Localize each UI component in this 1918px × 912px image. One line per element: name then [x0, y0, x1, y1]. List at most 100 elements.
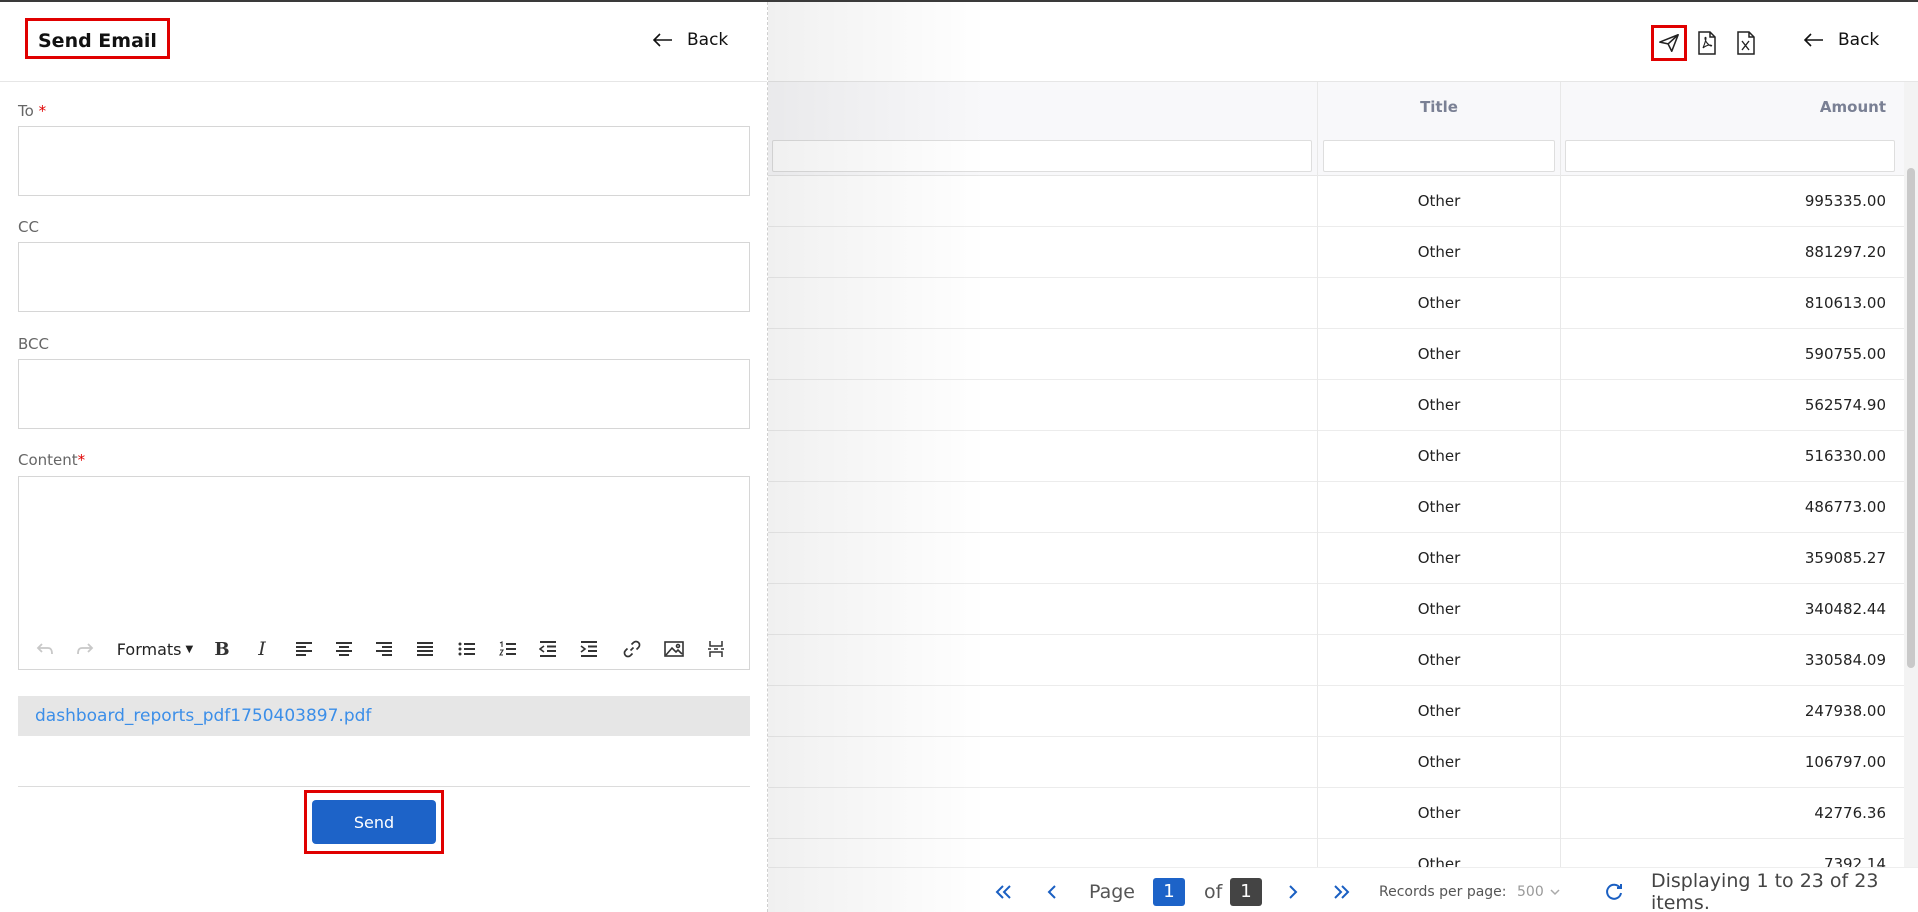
numbered-list-icon [499, 641, 516, 656]
cell-amount: 995335.00 [1804, 192, 1886, 210]
first-page-button[interactable] [994, 868, 1012, 912]
table-row[interactable]: Other 340482.44 [768, 584, 1904, 635]
attachment-bar: dashboard_reports_pdf1750403897.pdf [18, 696, 750, 736]
cell-amount: 42776.36 [1814, 804, 1886, 822]
cell-amount: 590755.00 [1804, 345, 1886, 363]
table-row[interactable]: Other 486773.00 [768, 482, 1904, 533]
insert-image-button[interactable] [661, 629, 687, 669]
table-row[interactable]: Other 42776.36 [768, 788, 1904, 839]
current-page[interactable]: 1 [1153, 868, 1185, 912]
double-chevron-right-icon [1334, 884, 1350, 899]
cc-label: CC [18, 218, 39, 236]
page-label: Page [1089, 880, 1135, 903]
table-row[interactable]: Other 106797.00 [768, 737, 1904, 788]
table-row[interactable]: Other 516330.00 [768, 431, 1904, 482]
table-row[interactable]: Other 995335.00 [768, 176, 1904, 227]
content-label: Content* [18, 451, 85, 469]
table-row[interactable]: Other 359085.27 [768, 533, 1904, 584]
double-chevron-left-icon [995, 884, 1011, 899]
editor-toolbar: Formats ▼ B I [19, 629, 749, 669]
total-pages: 1 [1230, 868, 1262, 912]
to-field[interactable] [18, 126, 750, 196]
cell-title: Other [1417, 702, 1461, 720]
table-row[interactable]: Other 810613.00 [768, 278, 1904, 329]
filter-input-amount[interactable] [1565, 140, 1895, 172]
align-justify-button[interactable] [412, 629, 438, 669]
bcc-field[interactable] [18, 359, 750, 429]
numbered-list-button[interactable] [495, 629, 521, 669]
table-row[interactable]: Other 881297.20 [768, 227, 1904, 278]
export-excel-button[interactable] [1731, 28, 1761, 58]
column-header-amount[interactable]: Amount [1562, 82, 1886, 132]
outdent-button[interactable] [535, 629, 561, 669]
cell-title: Other [1417, 243, 1461, 261]
current-page-number: 1 [1153, 877, 1185, 906]
table-row[interactable]: Other 562574.90 [768, 380, 1904, 431]
table-row[interactable]: Other 330584.09 [768, 635, 1904, 686]
cc-field[interactable] [18, 242, 750, 312]
export-pdf-button[interactable] [1692, 28, 1722, 58]
cell-title: Other [1417, 192, 1461, 210]
align-left-button[interactable] [291, 629, 317, 669]
cell-amount: 810613.00 [1804, 294, 1886, 312]
column-header-title[interactable]: Title [1319, 82, 1559, 132]
bullet-list-button[interactable] [454, 629, 480, 669]
prev-page-button[interactable] [1046, 868, 1058, 912]
link-icon [623, 640, 641, 658]
content-editor[interactable]: Formats ▼ B I [18, 476, 750, 670]
content-label-text: Content [18, 451, 78, 469]
indent-icon [580, 641, 597, 657]
bold-icon: B [214, 638, 230, 660]
excel-icon [1737, 31, 1755, 55]
refresh-button[interactable] [1604, 868, 1624, 912]
table-row[interactable]: Other 590755.00 [768, 329, 1904, 380]
panel-back-button[interactable]: Back [653, 30, 728, 50]
italic-icon: I [258, 638, 266, 660]
filter-input-name[interactable] [772, 140, 1312, 172]
insert-link-button[interactable] [619, 629, 645, 669]
send-button-highlight: Send [304, 790, 444, 854]
send-email-button[interactable] [1651, 25, 1687, 61]
formats-dropdown[interactable]: Formats ▼ [115, 629, 195, 669]
panel-header: Send Email Back [0, 2, 767, 82]
column-divider [1560, 82, 1561, 867]
scrollbar-thumb[interactable] [1907, 168, 1915, 668]
cell-amount: 359085.27 [1804, 549, 1886, 567]
required-mark: * [38, 102, 47, 120]
cell-title: Other [1417, 396, 1461, 414]
table-row[interactable]: Other 247938.00 [768, 686, 1904, 737]
caret-down-icon: ▼ [185, 643, 194, 655]
panel-back-label: Back [687, 30, 729, 50]
records-per-page-select[interactable]: 500 [1517, 868, 1560, 912]
redo-button[interactable] [71, 629, 99, 669]
next-page-button[interactable] [1287, 868, 1299, 912]
cell-title: Other [1417, 753, 1461, 771]
undo-button[interactable] [31, 629, 59, 669]
report-back-button[interactable]: Back [1804, 30, 1879, 50]
chevron-down-icon [1550, 888, 1560, 895]
records-per-page-label: Records per page: [1379, 883, 1507, 900]
table-row[interactable]: Other 7392.14 [768, 839, 1904, 867]
align-right-button[interactable] [371, 629, 397, 669]
cell-amount: 106797.00 [1804, 753, 1886, 771]
align-left-icon [296, 642, 312, 656]
italic-button[interactable]: I [249, 629, 275, 669]
attachment-link[interactable]: dashboard_reports_pdf1750403897.pdf [35, 696, 371, 736]
align-center-icon [336, 642, 352, 656]
table-header: Title Amount [768, 82, 1904, 132]
outdent-icon [539, 641, 556, 657]
table-scrollbar[interactable] [1904, 82, 1918, 867]
cell-title: Other [1417, 294, 1461, 312]
page-break-button[interactable] [703, 629, 729, 669]
send-button[interactable]: Send [312, 800, 436, 844]
column-divider [1317, 82, 1318, 867]
records-per-page-value: 500 [1517, 883, 1544, 900]
indent-button[interactable] [576, 629, 602, 669]
last-page-button[interactable] [1333, 868, 1351, 912]
form-divider [18, 786, 750, 787]
chevron-right-icon [1289, 884, 1298, 899]
align-center-button[interactable] [331, 629, 357, 669]
panel-title: Send Email [25, 18, 170, 59]
filter-input-title[interactable] [1323, 140, 1555, 172]
bold-button[interactable]: B [209, 629, 235, 669]
